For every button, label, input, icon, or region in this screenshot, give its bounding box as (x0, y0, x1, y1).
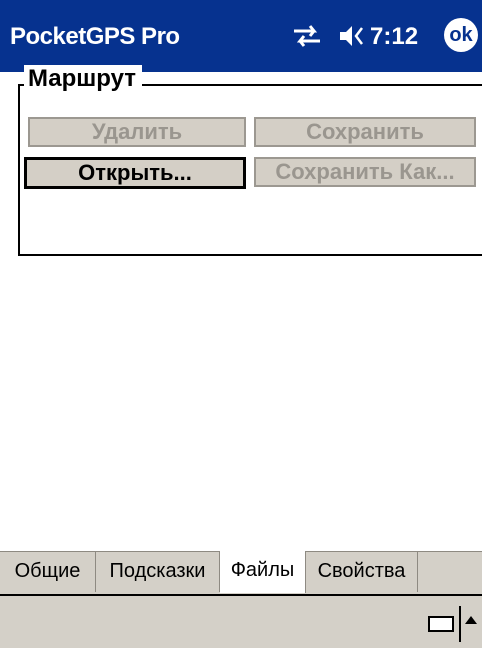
tab-hints[interactable]: Подсказки (96, 552, 220, 592)
save-button[interactable]: Сохранить (254, 117, 476, 147)
clock[interactable]: 7:12 (370, 23, 418, 51)
tab-files[interactable]: Файлы (220, 551, 306, 593)
save-as-button[interactable]: Сохранить Как... (254, 157, 476, 187)
route-group-label: Маршрут (24, 65, 143, 93)
keyboard-icon[interactable] (428, 616, 454, 632)
menu-bar (0, 594, 482, 648)
tab-general[interactable]: Общие (0, 552, 96, 592)
delete-button[interactable]: Удалить (28, 117, 246, 147)
tab-properties[interactable]: Свойства (306, 552, 418, 592)
sip-arrow-icon[interactable] (465, 616, 477, 624)
divider (459, 606, 461, 642)
ok-button[interactable]: ok (444, 18, 478, 52)
tab-bar: Общие Подсказки Файлы Свойства (0, 551, 482, 595)
open-button[interactable]: Открыть... (24, 157, 246, 189)
title-bar: PocketGPS Pro 7:12 ok (0, 0, 482, 72)
connectivity-icon[interactable] (290, 22, 324, 50)
volume-icon[interactable] (338, 22, 366, 50)
app-title[interactable]: PocketGPS Pro (10, 23, 180, 51)
